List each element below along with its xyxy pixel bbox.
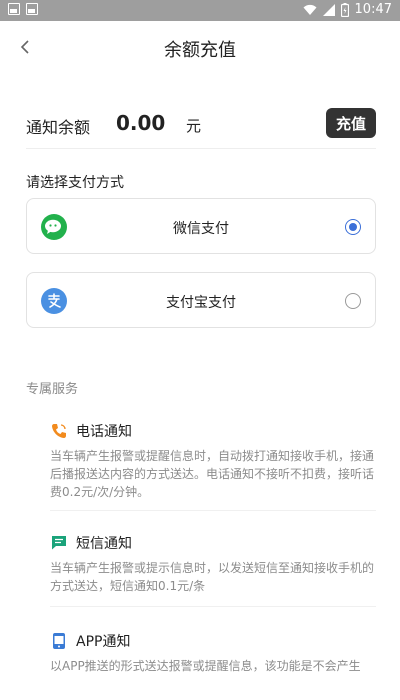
service-header: APP通知 [50,631,130,651]
radio-unselected[interactable] [345,293,361,309]
balance-label: 通知余额 [26,118,91,137]
payment-option-alipay[interactable]: 支付宝支付 [26,272,376,328]
signal-icon [322,3,335,16]
status-right: 10:47 [303,2,392,17]
payment-section-label: 请选择支付方式 [26,175,124,191]
divider [26,148,376,149]
status-notification-icons [8,3,38,15]
status-time: 10:47 [354,2,392,17]
radio-selected[interactable] [345,219,361,235]
app-icon [53,633,65,649]
recharge-button[interactable]: 充值 [326,108,376,138]
wifi-icon [303,4,317,15]
phone-icon [52,424,66,438]
divider [50,510,376,511]
page-title: 余额充值 [164,40,236,61]
payment-option-wechat[interactable]: 微信支付 [26,198,376,254]
balance-row: 通知余额 0.00 元 充值 [26,108,376,138]
service-header: 电话通知 [50,421,132,441]
battery-icon [340,2,349,17]
service-name: 电话通知 [76,424,132,440]
service-header: 短信通知 [50,533,132,553]
payment-option-label: 微信支付 [173,221,229,237]
sms-icon [52,536,66,550]
services-section-title: 专属服务 [26,382,79,397]
app-notification-icon [26,3,38,15]
service-description: 以APP推送的形式送达报警或提醒信息，该功能是不会产生 [50,659,361,673]
payment-option-label: 支付宝支付 [166,295,236,311]
service-name: APP通知 [76,634,131,650]
service-name: 短信通知 [76,536,132,552]
service-description: 当车辆产生报警或提醒信息时，自动拨打通知接收手机，接通后播报送达内容的方式送达。… [50,449,375,499]
balance-amount: 0.00 [116,111,166,135]
service-description: 当车辆产生报警或提示信息时，以发送短信至通知接收手机的方式送达，短信通知0.1元… [50,561,375,593]
divider [50,606,376,607]
balance-unit: 元 [186,117,202,135]
image-notification-icon [8,3,20,15]
status-bar: 10:47 [0,0,400,21]
nav-bar: 余额充值 [0,21,400,73]
